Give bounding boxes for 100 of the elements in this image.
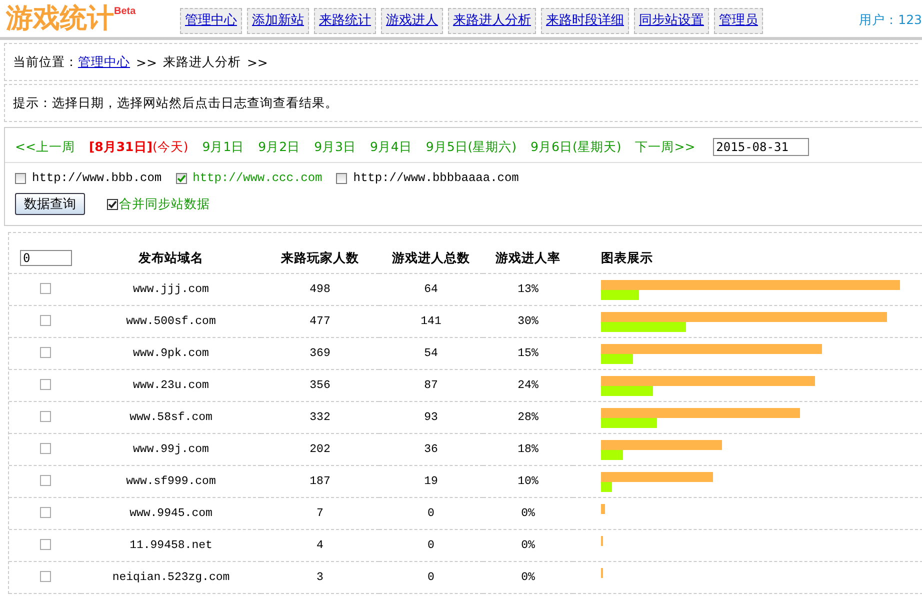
date-field[interactable]: 2015-08-31 <box>713 138 810 156</box>
checkbox[interactable] <box>336 172 348 184</box>
table-cell: 0% <box>521 507 535 520</box>
entries-bar <box>601 386 654 396</box>
table-cell: 64 <box>424 283 438 296</box>
row-checkbox[interactable] <box>40 475 50 486</box>
week-link[interactable]: 下一周>> <box>635 138 696 156</box>
nav-link[interactable]: 来路时段详细 <box>541 8 629 34</box>
table-cell: 369 <box>310 347 330 360</box>
breadcrumb-current: 来路进人分析 <box>162 54 241 70</box>
date-link[interactable]: 9月5日(星期六) <box>426 138 517 156</box>
row-checkbox[interactable] <box>40 571 50 582</box>
row-checkbox[interactable] <box>40 347 50 358</box>
table-cell: neiqian.523zg.com <box>112 571 230 584</box>
filter-field[interactable]: 0 <box>20 250 72 266</box>
table-cell: www.99j.com <box>133 443 209 456</box>
table-cell: www.500sf.com <box>126 315 216 328</box>
table-cell: 0% <box>521 539 535 552</box>
table-cell: 15% <box>518 347 538 360</box>
table-cell: www.9945.com <box>130 507 212 520</box>
table-cell: 93 <box>424 411 438 424</box>
site-label: http://www.bbb.com <box>32 171 162 185</box>
players-bar <box>601 504 606 514</box>
row-checkbox[interactable] <box>40 539 50 550</box>
nav-link[interactable]: 来路进人分析 <box>448 8 536 34</box>
table-cell: 498 <box>310 283 330 296</box>
table-cell: 11.99458.net <box>130 539 212 552</box>
row-checkbox[interactable] <box>40 315 50 326</box>
row-checkbox[interactable] <box>40 443 50 454</box>
table-cell: www.23u.com <box>133 379 209 392</box>
date-link[interactable]: 9月6日(星期天) <box>530 138 622 156</box>
table-cell: 18% <box>518 443 538 456</box>
date-link[interactable]: 9月4日 <box>370 138 412 156</box>
table-cell: 202 <box>310 443 330 456</box>
entries-bar <box>601 354 634 364</box>
table-cell: 4 <box>316 539 324 552</box>
breadcrumb-separator: >> <box>246 54 268 70</box>
column-header: 游戏进人总数 <box>392 250 470 264</box>
table-cell: 0 <box>428 571 434 584</box>
table-cell: 19 <box>424 475 438 488</box>
entries-bar <box>601 290 640 300</box>
table-cell: 87 <box>424 379 438 392</box>
nav-link[interactable]: 添加新站 <box>247 8 309 34</box>
nav-link[interactable]: 管理员 <box>714 8 763 34</box>
hint-text: 提示：选择日期，选择网站然后点击日志查询查看结果。 <box>13 94 338 112</box>
breadcrumb-label: 当前位置： <box>13 54 78 70</box>
site-label: http://www.bbbbaaaa.com <box>353 171 519 185</box>
nav-link[interactable]: 来路统计 <box>314 8 376 34</box>
date-link[interactable]: 9月1日 <box>202 138 244 156</box>
table-cell: 13% <box>518 283 538 296</box>
week-link[interactable]: <<上一周 <box>15 138 75 156</box>
table-cell: 332 <box>310 411 330 424</box>
table-cell: www.58sf.com <box>130 411 212 424</box>
site-label: http://www.ccc.com <box>192 171 322 185</box>
table-cell: 0 <box>428 539 434 552</box>
nav-link[interactable]: 同步站设置 <box>634 8 709 34</box>
date-link[interactable]: 9月3日 <box>314 138 356 156</box>
entries-bar <box>601 482 612 492</box>
table-cell: 356 <box>310 379 330 392</box>
table-cell: 0% <box>521 571 535 584</box>
merge-label: 合并同步站数据 <box>119 196 210 212</box>
breadcrumb-separator: >> <box>136 54 157 70</box>
nav-link[interactable]: 管理中心 <box>180 8 242 34</box>
checkbox[interactable] <box>107 198 118 210</box>
table-cell: 54 <box>424 347 438 360</box>
entries-bar <box>601 450 623 460</box>
row-checkbox[interactable] <box>40 411 50 422</box>
checkbox[interactable] <box>15 172 26 184</box>
table-cell: www.jjj.com <box>133 283 209 296</box>
row-checkbox[interactable] <box>40 507 50 518</box>
table-cell: 24% <box>518 379 538 392</box>
players-bar <box>601 536 604 546</box>
breadcrumb-link[interactable]: 管理中心 <box>78 54 130 70</box>
table-cell: 477 <box>310 315 330 328</box>
column-header: 发布站域名 <box>138 250 204 264</box>
table-cell: 28% <box>518 411 538 424</box>
table-cell: 0 <box>428 507 434 520</box>
row-checkbox[interactable] <box>40 379 50 390</box>
query-button[interactable]: 数据查询 <box>15 193 85 215</box>
today-label: (今天) <box>152 138 188 156</box>
date-link[interactable]: 9月2日 <box>258 138 300 156</box>
column-header: 图表展示 <box>601 250 653 264</box>
logo: 游戏统计 <box>6 4 114 34</box>
column-header: 来路玩家人数 <box>281 250 359 264</box>
table-cell: 3 <box>316 571 324 584</box>
table-cell: www.sf999.com <box>126 475 216 488</box>
table-cell: www.9pk.com <box>133 347 209 360</box>
table-cell: 141 <box>420 315 442 328</box>
entries-bar <box>601 418 657 428</box>
column-header: 游戏进人率 <box>496 250 560 264</box>
beta-label: Beta <box>114 6 136 17</box>
table-cell: 10% <box>518 475 538 488</box>
date-link[interactable]: [8月31日] <box>88 138 152 156</box>
table-cell: 36 <box>424 443 438 456</box>
table-cell: 30% <box>518 315 538 328</box>
user-label: 用户：123 <box>859 12 922 29</box>
checkbox[interactable] <box>176 172 187 184</box>
table-cell: 187 <box>310 475 330 488</box>
row-checkbox[interactable] <box>40 283 50 294</box>
nav-link[interactable]: 游戏进人 <box>381 8 443 34</box>
